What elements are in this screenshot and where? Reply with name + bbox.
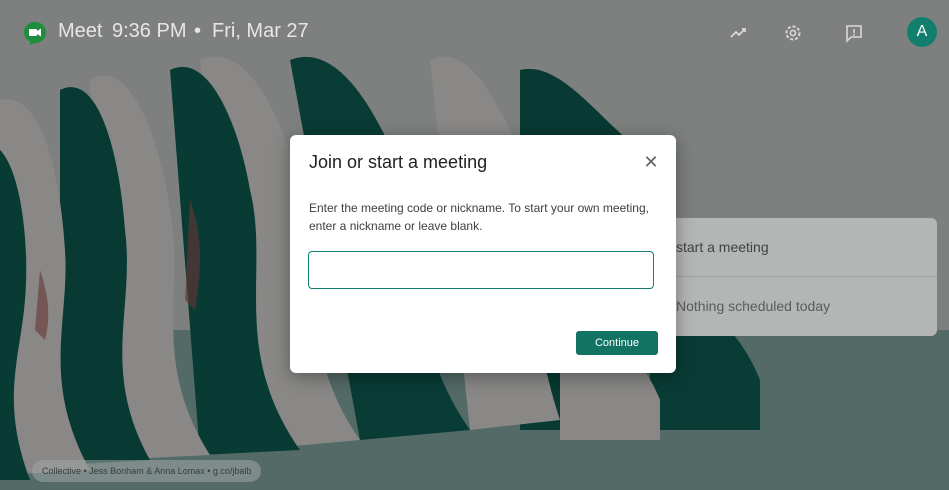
meeting-code-input[interactable] <box>308 251 654 289</box>
top-bar: Meet 9:36 PM • Fri, Mar 27 A <box>0 0 949 64</box>
dialog-title: Join or start a meeting <box>309 152 488 172</box>
schedule-label: Nothing scheduled today <box>676 298 831 314</box>
meet-logo-icon <box>24 22 46 45</box>
app-title: Meet <box>58 20 103 42</box>
trending-icon[interactable] <box>728 22 750 44</box>
join-meeting-dialog: Join or start a meeting ✕ Enter the meet… <box>290 135 676 373</box>
start-meeting-label: start a meeting <box>676 239 769 255</box>
current-date: Fri, Mar 27 <box>212 20 309 42</box>
settings-icon[interactable] <box>782 22 804 44</box>
meeting-options-card: start a meeting Nothing scheduled today <box>664 218 937 336</box>
feedback-icon[interactable] <box>843 22 865 44</box>
separator-dot: • <box>194 20 202 42</box>
current-time: 9:36 PM <box>112 20 187 42</box>
avatar[interactable]: A <box>907 17 937 47</box>
schedule-item: Nothing scheduled today <box>664 277 937 335</box>
close-icon[interactable]: ✕ <box>640 151 662 173</box>
artwork-credit[interactable]: Collective • Jess Bonham & Anna Lomax • … <box>32 460 262 482</box>
continue-button[interactable]: Continue <box>576 331 658 355</box>
dialog-description: Enter the meeting code or nickname. To s… <box>309 201 649 233</box>
start-meeting-item[interactable]: start a meeting <box>664 218 937 277</box>
